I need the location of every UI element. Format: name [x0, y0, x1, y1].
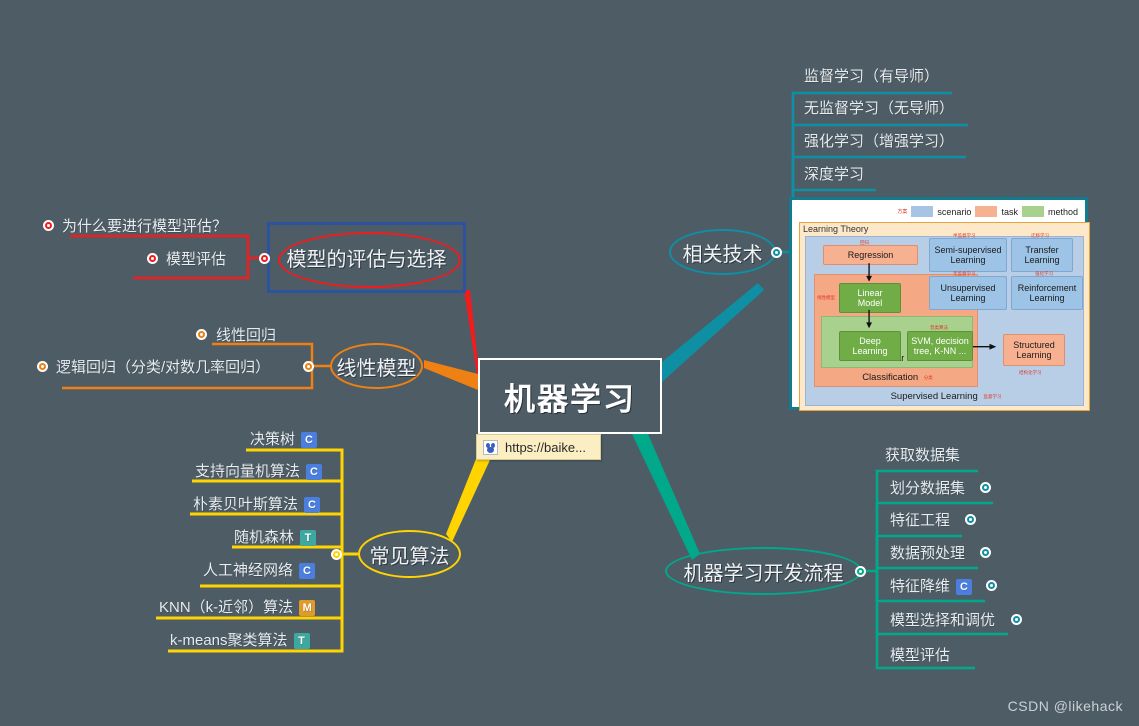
- expand-dot-dimensionality-reduction[interactable]: [986, 580, 997, 591]
- algo-item-decision-tree[interactable]: 决策树 C: [250, 431, 318, 449]
- category-badge-t-icon: T: [293, 633, 310, 650]
- branch-label-model-evaluation: 模型的评估与选择: [286, 249, 447, 271]
- workflow-label-dimensionality-reduction: 特征降维: [890, 578, 951, 595]
- sub-item-why-model-evaluation[interactable]: 为什么要进行模型评估？: [62, 219, 227, 234]
- branch-node-linear-model[interactable]: 线性模型: [330, 343, 423, 389]
- collapse-dot-linear-model[interactable]: [303, 361, 314, 372]
- mindmap-canvas: 机器学习 https://baike... 模型的评估与选择 为什么要进行模型评…: [0, 0, 1139, 726]
- diagram-block-semi-supervised: Semi-supervised Learning: [929, 238, 1007, 272]
- collapse-dot-related-tech[interactable]: [771, 247, 782, 258]
- tech-item-reinforcement-learning[interactable]: 强化学习（增强学习）: [804, 134, 954, 149]
- link-tooltip[interactable]: https://baike...: [476, 434, 601, 460]
- watermark: CSDN @likehack: [1007, 698, 1123, 714]
- tech-item-deep-learning[interactable]: 深度学习: [804, 167, 864, 182]
- collapse-dot-common-algorithms[interactable]: [331, 549, 342, 560]
- expand-dot-model-selection-tuning[interactable]: [1011, 614, 1022, 625]
- branch-label-ml-workflow: 机器学习开发流程: [683, 562, 844, 585]
- workflow-item-model-evaluation[interactable]: 模型评估: [890, 648, 950, 663]
- sub-item-model-evaluation[interactable]: 模型评估: [166, 252, 226, 267]
- category-badge-c-icon: C: [301, 432, 318, 449]
- collapse-dot-ml-workflow[interactable]: [855, 566, 866, 577]
- algo-item-naive-bayes[interactable]: 朴素贝叶斯算法 C: [193, 496, 321, 514]
- diagram-block-transfer-learning: Transfer Learning: [1011, 238, 1073, 272]
- workflow-item-model-selection-tuning[interactable]: 模型选择和调优: [890, 613, 995, 628]
- expand-dot-linear-regression[interactable]: [196, 329, 207, 340]
- diagram-block-svm-knn: SVM, decision tree, K-NN ...: [907, 331, 973, 361]
- category-badge-c-icon: C: [956, 579, 973, 596]
- category-badge-c-icon: C: [306, 464, 323, 481]
- central-node[interactable]: 机器学习: [478, 358, 662, 434]
- diagram-zh-structured-learning: 结构化学习: [1019, 370, 1042, 375]
- diagram-block-reinforcement: Reinforcement Learning: [1011, 276, 1083, 310]
- algo-item-knn[interactable]: KNN（k-近邻）算法 M: [159, 599, 316, 617]
- diagram-zh-unsupervised: 无监督学习: [953, 271, 976, 276]
- expand-dot-data-preprocessing[interactable]: [980, 547, 991, 558]
- diagram-block-structured-learning: Structured Learning: [1003, 334, 1065, 366]
- algo-label-random-forest: 随机森林: [234, 529, 295, 546]
- expand-dot-why-model-evaluation[interactable]: [43, 220, 54, 231]
- algo-item-svm[interactable]: 支持向量机算法 C: [195, 463, 323, 481]
- embedded-diagram-image[interactable]: 方案 scenario task method Learning Theory …: [789, 197, 1090, 411]
- algo-label-svm: 支持向量机算法: [195, 463, 301, 480]
- branch-node-model-evaluation[interactable]: 模型的评估与选择: [267, 222, 466, 293]
- branch-node-ml-workflow[interactable]: 机器学习开发流程: [665, 547, 862, 595]
- diagram-zh-svm-knn: 普类算法: [930, 325, 948, 330]
- baidu-icon: [483, 439, 498, 455]
- algo-label-knn: KNN（k-近邻）算法: [159, 599, 294, 616]
- workflow-item-feature-engineering[interactable]: 特征工程: [890, 513, 950, 528]
- expand-dot-model-evaluation[interactable]: [147, 253, 158, 264]
- diagram-block-reinforcement-label: Reinforcement Learning: [1017, 282, 1077, 303]
- expand-dot-split-dataset[interactable]: [980, 482, 991, 493]
- branch-label-related-tech: 相关技术: [682, 243, 763, 266]
- sub-item-linear-regression[interactable]: 线性回归: [216, 328, 276, 343]
- algo-label-neural-network: 人工神经网络: [203, 562, 294, 579]
- category-badge-c-icon: C: [304, 497, 321, 514]
- collapse-dot-model-evaluation[interactable]: [259, 253, 270, 264]
- diagram-zh-reinforcement: 强化学习: [1035, 271, 1053, 276]
- tech-item-unsupervised-learning[interactable]: 无监督学习（无导师）: [804, 101, 954, 116]
- diagram-block-unsupervised-label: Unsupervised Learning: [940, 282, 996, 303]
- diagram-block-transfer-learning-label: Transfer Learning: [1024, 244, 1060, 265]
- central-node-label: 机器学习: [504, 381, 636, 417]
- branch-node-related-tech[interactable]: 相关技术: [669, 229, 776, 275]
- category-badge-c-icon: C: [299, 563, 316, 580]
- workflow-item-get-dataset[interactable]: 获取数据集: [885, 448, 960, 463]
- expand-dot-feature-engineering[interactable]: [965, 514, 976, 525]
- category-badge-m-icon: M: [299, 600, 316, 617]
- sub-item-logistic-regression[interactable]: 逻辑回归（分类/对数几率回归）: [56, 360, 270, 375]
- diagram-zh-semi-supervised: 半监督学习: [953, 233, 976, 238]
- algo-item-kmeans[interactable]: k-means聚类算法 T: [170, 632, 310, 650]
- diagram-block-deep-learning-label: Deep Learning: [852, 335, 888, 356]
- diagram-zh-transfer-learning: 迁移学习: [1031, 233, 1049, 238]
- branch-label-common-algorithms: 常见算法: [369, 545, 450, 568]
- algo-label-kmeans: k-means聚类算法: [170, 632, 288, 649]
- workflow-item-data-preprocessing[interactable]: 数据预处理: [890, 546, 965, 561]
- diagram-block-structured-learning-label: Structured Learning: [1013, 339, 1055, 360]
- link-tooltip-text: https://baike...: [505, 439, 586, 455]
- algo-item-random-forest[interactable]: 随机森林 T: [234, 529, 317, 547]
- algo-label-naive-bayes: 朴素贝叶斯算法: [193, 496, 299, 513]
- branch-node-common-algorithms[interactable]: 常见算法: [358, 530, 461, 578]
- expand-dot-logistic-regression[interactable]: [37, 361, 48, 372]
- category-badge-t-icon: T: [300, 530, 317, 547]
- algo-item-neural-network[interactable]: 人工神经网络 C: [203, 562, 316, 580]
- tech-item-supervised-learning[interactable]: 监督学习（有导师）: [804, 69, 939, 84]
- diagram-block-semi-supervised-label: Semi-supervised Learning: [934, 244, 1002, 265]
- diagram-block-deep-learning: Deep Learning: [839, 331, 901, 361]
- algo-label-decision-tree: 决策树: [250, 431, 296, 448]
- workflow-item-dimensionality-reduction[interactable]: 特征降维 C: [890, 578, 973, 596]
- workflow-item-split-dataset[interactable]: 划分数据集: [890, 481, 965, 496]
- diagram-block-unsupervised: Unsupervised Learning: [929, 276, 1007, 310]
- branch-label-linear-model: 线性模型: [336, 357, 417, 380]
- diagram-block-svm-knn-label: SVM, decision tree, K-NN ...: [911, 335, 969, 356]
